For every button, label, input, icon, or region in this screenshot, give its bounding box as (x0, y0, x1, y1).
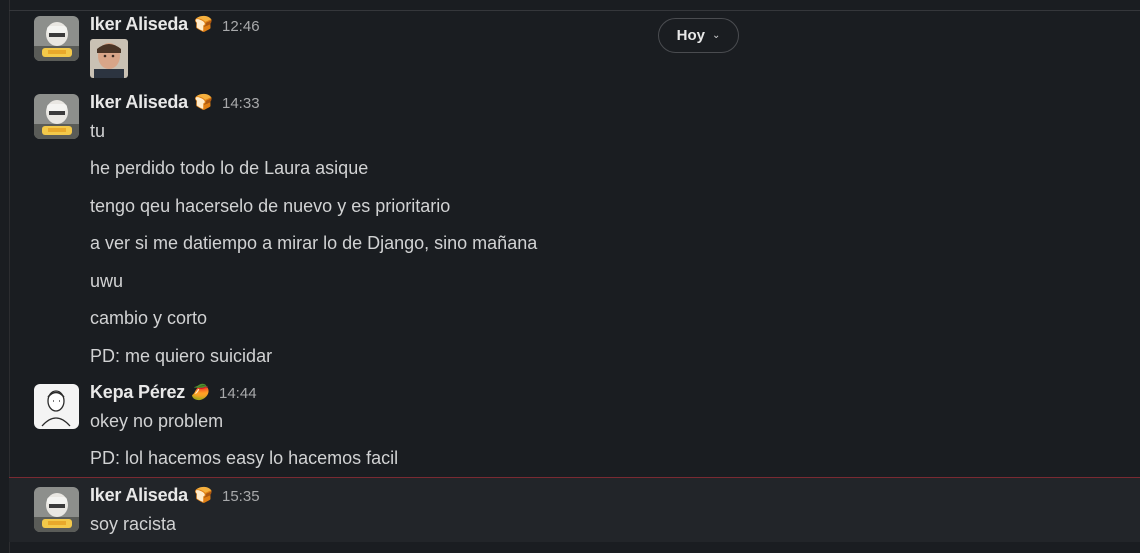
author-name-text[interactable]: Iker Aliseda (90, 92, 188, 112)
message-text: PD: lol hacemos easy lo hacemos facil (90, 448, 399, 468)
message-text: tengo qeu hacerselo de nuevo y es priori… (90, 196, 451, 216)
message-feed: Iker Aliseda 🍞 12:46 Iker Aliseda 🍞 14:3… (10, 0, 1140, 553)
bread-emoji-icon: 🍞 (194, 487, 213, 504)
left-rail (0, 0, 10, 553)
message-text: okey no problem (90, 411, 224, 431)
timestamp[interactable]: 14:33 (222, 95, 260, 112)
bread-emoji-icon: 🍞 (194, 16, 213, 33)
avatar[interactable] (34, 16, 79, 61)
author-name-text[interactable]: Iker Aliseda (90, 14, 188, 34)
message-text: uwu (90, 271, 124, 291)
chevron-down-icon: ⌄ (711, 30, 721, 41)
message-text: he perdido todo lo de Laura asique (90, 158, 369, 178)
avatar[interactable] (34, 384, 79, 429)
message-text: a ver si me datiempo a mirar lo de Djang… (90, 233, 538, 253)
author-name-text[interactable]: Iker Aliseda (90, 485, 188, 505)
bread-emoji-icon: 🍞 (194, 94, 213, 111)
timestamp[interactable]: 12:46 (222, 18, 260, 35)
avatar[interactable] (34, 487, 79, 532)
author-name[interactable]: Kepa Pérez 🥭 (90, 382, 210, 403)
jump-to-date-button[interactable]: Hoy ⌄ (658, 18, 739, 53)
author-name[interactable]: Iker Aliseda 🍞 (90, 92, 213, 113)
author-name[interactable]: Iker Aliseda 🍞 (90, 14, 213, 35)
jump-to-date-label: Hoy (676, 27, 705, 44)
message-text: PD: me quiero suicidar (90, 346, 273, 366)
avatar[interactable] (34, 94, 79, 139)
message-text: soy racista (90, 514, 177, 534)
timestamp[interactable]: 15:35 (222, 488, 260, 505)
message-text: tu (90, 121, 106, 141)
mango-emoji-icon: 🥭 (191, 384, 210, 401)
message-text: cambio y corto (90, 308, 208, 328)
image-attachment[interactable] (90, 39, 128, 78)
timestamp[interactable]: 14:44 (219, 385, 257, 402)
author-name-text[interactable]: Kepa Pérez (90, 382, 185, 402)
author-name[interactable]: Iker Aliseda 🍞 (90, 485, 213, 506)
